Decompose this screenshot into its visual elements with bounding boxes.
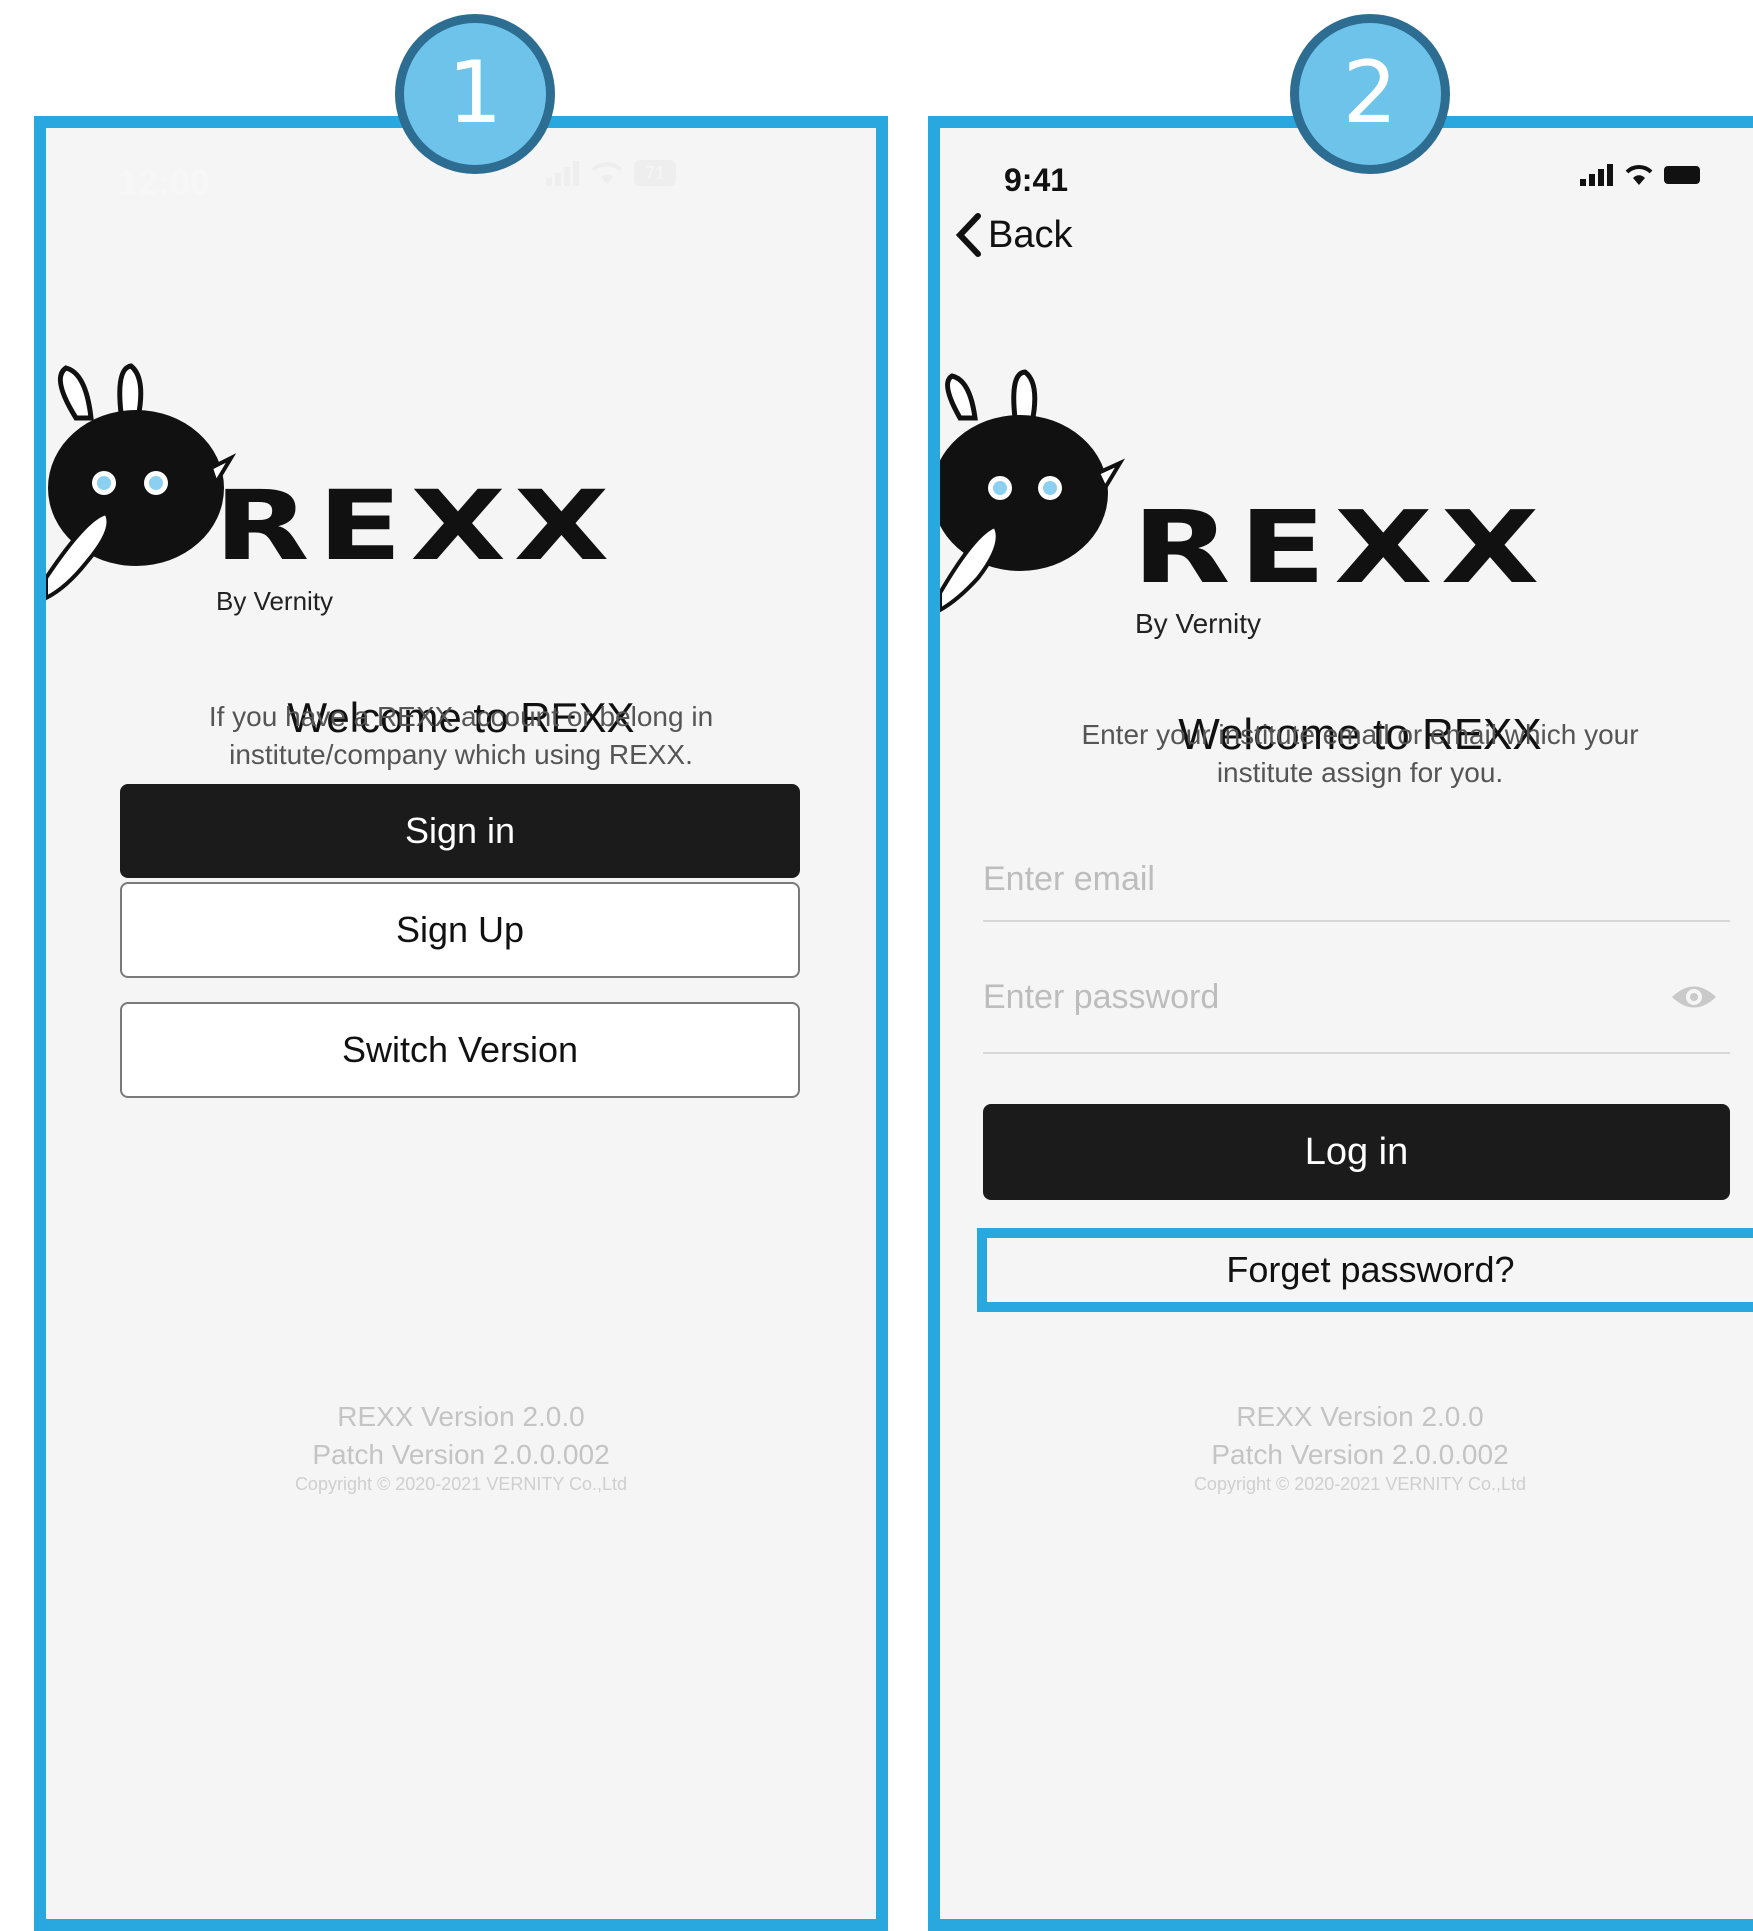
app-version: REXX Version 2.0.0 bbox=[337, 1401, 585, 1432]
password-field[interactable] bbox=[983, 942, 1730, 1054]
patch-version: Patch Version 2.0.0.002 bbox=[1211, 1439, 1509, 1470]
subtitle-line-2: institute/company which using REXX. bbox=[229, 739, 693, 770]
battery-icon bbox=[1664, 166, 1700, 184]
status-time: 9:41 bbox=[1004, 162, 1069, 198]
copyright: Copyright © 2020-2021 VERNITY Co.,Ltd bbox=[294, 1474, 628, 1494]
battery-icon: 71 bbox=[634, 160, 676, 186]
rexx-wordmark: REXX bbox=[1132, 490, 1548, 607]
welcome-subtitle: If you have a REXX account or belong in … bbox=[46, 698, 876, 774]
status-time: 12:00 bbox=[118, 162, 211, 203]
copyright: Copyright © 2020-2021 VERNITY Co.,Ltd bbox=[1193, 1474, 1527, 1494]
robot-mascot-logo bbox=[940, 369, 1126, 613]
email-input[interactable] bbox=[983, 859, 1618, 899]
forget-password-link[interactable]: Forget password? bbox=[977, 1228, 1753, 1312]
subtitle-line-2: institute assign for you. bbox=[1216, 757, 1504, 788]
robot-mascot-logo bbox=[46, 363, 236, 601]
subtitle-line-1: If you have a REXX account or belong in bbox=[208, 701, 714, 732]
eye-icon[interactable] bbox=[1670, 982, 1718, 1012]
logo-byline: By Vernity bbox=[1135, 608, 1262, 639]
welcome-screen: 12:00 71 REXX By Vernity Welcome to REXX… bbox=[34, 116, 888, 1931]
sign-up-button[interactable]: Sign Up bbox=[120, 882, 800, 978]
version-info: REXX Version 2.0.0 Patch Version 2.0.0.0… bbox=[940, 1398, 1753, 1474]
version-info: REXX Version 2.0.0 Patch Version 2.0.0.0… bbox=[46, 1398, 876, 1474]
patch-version: Patch Version 2.0.0.002 bbox=[312, 1439, 610, 1470]
email-field[interactable] bbox=[983, 838, 1730, 922]
wifi-icon bbox=[1625, 165, 1653, 185]
step-1-badge: 1 bbox=[395, 14, 555, 174]
wifi-icon bbox=[591, 162, 623, 184]
rexx-wordmark: REXX bbox=[214, 470, 618, 583]
signal-icon bbox=[546, 161, 579, 186]
signal-icon bbox=[1580, 164, 1613, 186]
chevron-left-icon bbox=[955, 213, 981, 257]
sign-in-button[interactable]: Sign in bbox=[120, 784, 800, 878]
status-icons: 71 bbox=[546, 160, 676, 186]
logo-byline: By Vernity bbox=[216, 586, 334, 616]
step-2-badge: 2 bbox=[1290, 14, 1450, 174]
status-icons bbox=[1580, 164, 1700, 186]
login-button[interactable]: Log in bbox=[983, 1104, 1730, 1200]
app-version: REXX Version 2.0.0 bbox=[1236, 1401, 1484, 1432]
password-input[interactable] bbox=[983, 977, 1618, 1017]
login-screen: 9:41 Back REXX By Vernity Welcome to REX… bbox=[928, 116, 1753, 1931]
back-label: Back bbox=[988, 213, 1073, 256]
back-button[interactable]: Back bbox=[954, 212, 1072, 258]
switch-version-button[interactable]: Switch Version bbox=[120, 1002, 800, 1098]
welcome-subtitle: Enter your institute email or email whic… bbox=[940, 716, 1753, 792]
subtitle-line-1: Enter your institute email or email whic… bbox=[1081, 719, 1639, 750]
